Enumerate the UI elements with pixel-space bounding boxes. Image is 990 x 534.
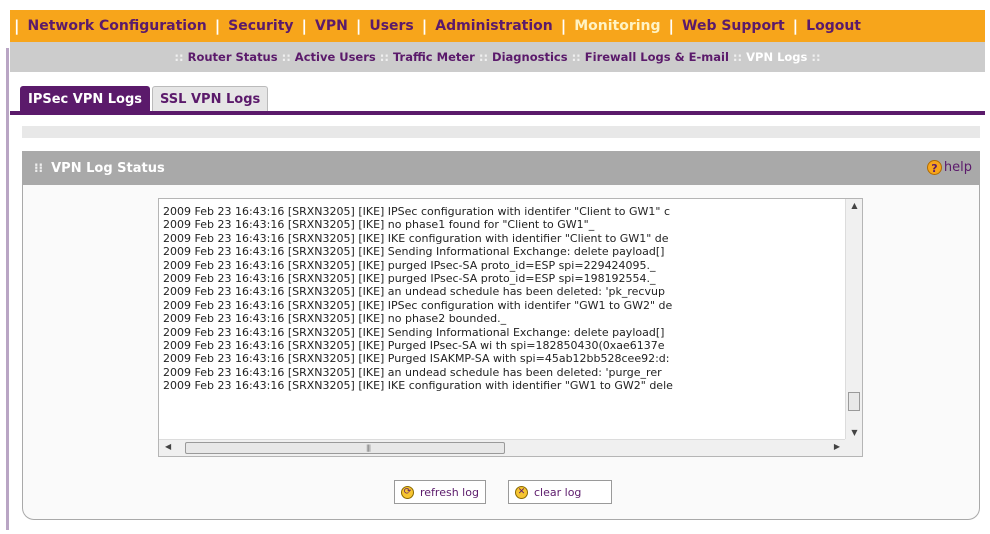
subnav-firewall-logs[interactable]: Firewall Logs & E-mail <box>585 50 729 64</box>
log-line: 2009 Feb 23 16:43:16 [SRXN3205] [IKE] an… <box>163 365 662 379</box>
log-line: 2009 Feb 23 16:43:16 [SRXN3205] [IKE] IP… <box>163 298 673 312</box>
subnav-router-status[interactable]: Router Status <box>188 50 278 64</box>
subnav-active-users[interactable]: Active Users <box>295 50 376 64</box>
subnav-vpn-logs[interactable]: VPN Logs <box>746 50 807 64</box>
nav-users[interactable]: Users <box>365 18 417 34</box>
nav-vpn[interactable]: VPN <box>311 18 352 34</box>
panel-title: VPN Log Status <box>51 160 165 176</box>
horizontal-scrollbar[interactable]: ◀ ||| ▶ <box>159 439 862 456</box>
help-label: help <box>943 160 972 175</box>
log-lines: 2009 Feb 23 16:43:16 [SRXN3205] [IKE] IP… <box>163 205 841 393</box>
tab-bar: IPSec VPN Logs SSL VPN Logs <box>20 86 269 112</box>
log-line: 2009 Feb 23 16:43:16 [SRXN3205] [IKE] Pu… <box>163 352 670 366</box>
horizontal-scroll-thumb[interactable]: ||| <box>185 442 505 454</box>
subnav-traffic-meter[interactable]: Traffic Meter <box>393 50 475 64</box>
nav-network-configuration[interactable]: Network Configuration <box>23 18 210 34</box>
log-line: 2009 Feb 23 16:43:16 [SRXN3205] [IKE] an… <box>163 285 665 299</box>
log-line: 2009 Feb 23 16:43:16 [SRXN3205] [IKE] pu… <box>163 258 656 272</box>
tab-ipsec-vpn-logs[interactable]: IPSec VPN Logs <box>20 86 151 112</box>
log-textarea[interactable]: 2009 Feb 23 16:43:16 [SRXN3205] [IKE] IP… <box>158 198 863 457</box>
log-line: 2009 Feb 23 16:43:16 [SRXN3205] [IKE] pu… <box>163 272 656 286</box>
refresh-log-button[interactable]: ⟳ refresh log <box>394 480 486 504</box>
scroll-down-icon[interactable]: ▼ <box>846 428 862 437</box>
panel-header: ⁝⁝ VPN Log Status ? help <box>22 151 980 185</box>
tab-underline <box>10 111 985 115</box>
sub-navigation: :: Router Status :: Active Users :: Traf… <box>10 42 985 72</box>
thumb-grip-icon: ||| <box>366 444 371 452</box>
top-navigation: | Network Configuration | Security | VPN… <box>0 0 990 48</box>
nav-logout[interactable]: Logout <box>802 18 865 34</box>
vertical-scrollbar[interactable]: ▲ ▼ <box>845 199 862 439</box>
log-line: 2009 Feb 23 16:43:16 [SRXN3205] [IKE] Se… <box>163 325 665 339</box>
nav-security[interactable]: Security <box>224 18 297 34</box>
left-border <box>6 10 9 530</box>
scroll-left-icon[interactable]: ◀ <box>165 442 171 451</box>
log-line: 2009 Feb 23 16:43:16 [SRXN3205] [IKE] no… <box>163 218 595 232</box>
log-line: 2009 Feb 23 16:43:16 [SRXN3205] [IKE] IK… <box>163 231 669 245</box>
scroll-right-icon[interactable]: ▶ <box>834 442 840 451</box>
top-nav-bar: | Network Configuration | Security | VPN… <box>10 10 985 42</box>
clear-icon: ✕ <box>515 485 528 499</box>
log-line: 2009 Feb 23 16:43:16 [SRXN3205] [IKE] Pu… <box>163 339 665 353</box>
refresh-log-label: refresh log <box>420 485 479 499</box>
refresh-icon: ⟳ <box>401 485 414 499</box>
log-line: 2009 Feb 23 16:43:16 [SRXN3205] [IKE] no… <box>163 312 507 326</box>
tab-ssl-vpn-logs[interactable]: SSL VPN Logs <box>152 86 269 112</box>
clear-log-button[interactable]: ✕ clear log <box>508 480 612 504</box>
clear-log-label: clear log <box>534 485 582 499</box>
nav-administration[interactable]: Administration <box>431 18 556 34</box>
log-line: 2009 Feb 23 16:43:16 [SRXN3205] [IKE] IK… <box>163 379 673 393</box>
info-strip <box>22 126 980 138</box>
log-line: 2009 Feb 23 16:43:16 [SRXN3205] [IKE] Se… <box>163 245 665 259</box>
vertical-scroll-thumb[interactable] <box>848 392 860 411</box>
nav-web-support[interactable]: Web Support <box>678 18 789 34</box>
scroll-up-icon[interactable]: ▲ <box>846 201 862 210</box>
help-link[interactable]: ? help <box>926 160 972 175</box>
grip-icon: ⁝⁝ <box>34 161 44 175</box>
log-line: 2009 Feb 23 16:43:16 [SRXN3205] [IKE] IP… <box>163 205 671 218</box>
scroll-corner <box>845 439 862 456</box>
nav-monitoring[interactable]: Monitoring <box>570 18 664 34</box>
help-icon: ? <box>926 160 942 175</box>
subnav-diagnostics[interactable]: Diagnostics <box>492 50 568 64</box>
